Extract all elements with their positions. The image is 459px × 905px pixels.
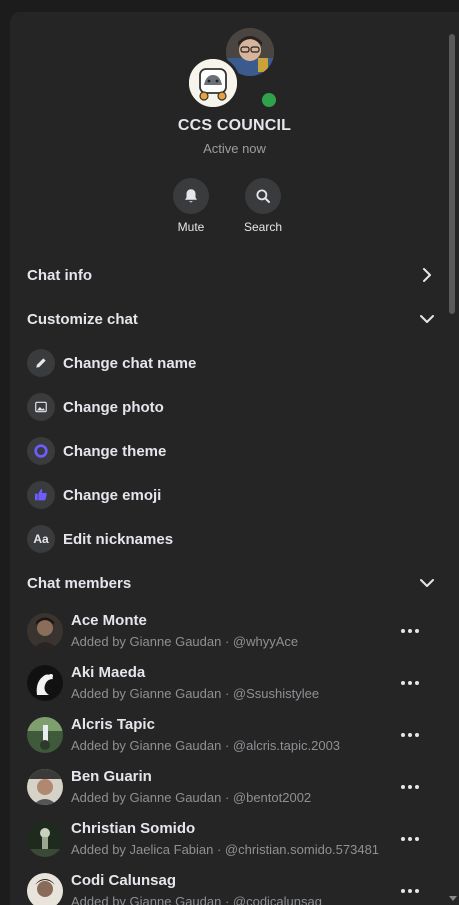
change-theme-label: Change theme — [63, 442, 167, 460]
member-avatar — [27, 717, 63, 753]
ellipsis-icon — [401, 889, 419, 893]
member-subtitle: Added by Gianne Gaudan · @codicalunsag — [71, 894, 322, 905]
chat-info-label: Chat info — [27, 266, 92, 284]
active-status: Active now — [203, 141, 266, 156]
customize-chat-label: Customize chat — [27, 310, 138, 328]
member-avatar — [27, 769, 63, 805]
member-name: Alcris Tapic — [71, 716, 155, 733]
change-emoji-item[interactable]: Change emoji — [10, 473, 459, 517]
member-row[interactable]: Alcris Tapic Added by Gianne Gaudan · @a… — [10, 709, 459, 761]
chat-members-label: Chat members — [27, 574, 132, 592]
mute-label: Mute — [177, 220, 205, 234]
search-icon — [245, 178, 281, 214]
more-options-button[interactable] — [399, 829, 421, 849]
chat-members-row[interactable]: Chat members — [10, 561, 459, 605]
bell-icon — [173, 178, 209, 214]
chat-info-row[interactable]: Chat info — [10, 253, 459, 297]
aa-glyph: Aa — [33, 532, 49, 546]
chat-details-panel: CCS COUNCIL Active now Mute Search Chat … — [10, 12, 459, 905]
member-name: Aki Maeda — [71, 664, 146, 681]
change-chat-name-item[interactable]: Change chat name — [10, 341, 459, 385]
ellipsis-icon — [401, 681, 419, 685]
member-row[interactable]: Aki Maeda Added by Gianne Gaudan · @Ssus… — [10, 657, 459, 709]
member-avatar — [27, 873, 63, 905]
member-subtitle: Added by Gianne Gaudan · @bentot2002 — [71, 790, 312, 805]
member-row[interactable]: Christian Somido Added by Jaelica Fabian… — [10, 813, 459, 865]
customize-chat-row[interactable]: Customize chat — [10, 297, 459, 341]
member-name: Ace Monte — [71, 612, 147, 629]
change-chat-name-label: Change chat name — [63, 354, 197, 372]
scroll-down-arrow[interactable] — [449, 896, 457, 901]
group-avatar — [186, 28, 279, 110]
ellipsis-icon — [401, 785, 419, 789]
chevron-down-icon — [419, 575, 435, 591]
edit-nicknames-label: Edit nicknames — [63, 530, 174, 548]
scrollbar-thumb[interactable] — [449, 34, 455, 314]
edit-nicknames-item[interactable]: Aa Edit nicknames — [10, 517, 459, 561]
change-photo-label: Change photo — [63, 398, 164, 416]
member-subtitle: Added by Gianne Gaudan · @Ssushistylee — [71, 686, 320, 701]
member-avatar — [27, 821, 63, 857]
theme-icon — [27, 437, 55, 465]
ellipsis-icon — [401, 837, 419, 841]
mute-button[interactable]: Mute — [161, 178, 221, 234]
member-subtitle: Added by Gianne Gaudan · @alcris.tapic.2… — [71, 738, 341, 753]
chat-title: CCS COUNCIL — [177, 117, 292, 134]
more-options-button[interactable] — [399, 881, 421, 901]
member-subtitle: Added by Jaelica Fabian · @christian.som… — [71, 842, 380, 857]
member-name: Christian Somido — [71, 820, 196, 837]
ellipsis-icon — [401, 733, 419, 737]
ellipsis-icon — [401, 629, 419, 633]
more-options-button[interactable] — [399, 673, 421, 693]
change-photo-item[interactable]: Change photo — [10, 385, 459, 429]
group-logo-avatar — [186, 56, 240, 110]
search-button[interactable]: Search — [233, 178, 293, 234]
thumbs-up-icon — [27, 481, 55, 509]
pencil-icon — [27, 349, 55, 377]
online-status-dot — [259, 90, 279, 110]
member-row[interactable]: Ace Monte Added by Gianne Gaudan · @whyy… — [10, 605, 459, 657]
change-emoji-label: Change emoji — [63, 486, 162, 504]
member-name: Codi Calunsag — [71, 872, 177, 889]
member-row[interactable]: Ben Guarin Added by Gianne Gaudan · @ben… — [10, 761, 459, 813]
more-options-button[interactable] — [399, 725, 421, 745]
member-name: Ben Guarin — [71, 768, 152, 785]
more-options-button[interactable] — [399, 621, 421, 641]
member-avatar — [27, 665, 63, 701]
more-options-button[interactable] — [399, 777, 421, 797]
image-icon — [27, 393, 55, 421]
chevron-down-icon — [419, 311, 435, 327]
member-avatar — [27, 613, 63, 649]
change-theme-item[interactable]: Change theme — [10, 429, 459, 473]
member-subtitle: Added by Gianne Gaudan · @whyyAce — [71, 634, 299, 649]
member-row[interactable]: Codi Calunsag Added by Gianne Gaudan · @… — [10, 865, 459, 905]
chevron-right-icon — [419, 267, 435, 283]
aa-icon: Aa — [27, 525, 55, 553]
search-label: Search — [243, 220, 283, 234]
